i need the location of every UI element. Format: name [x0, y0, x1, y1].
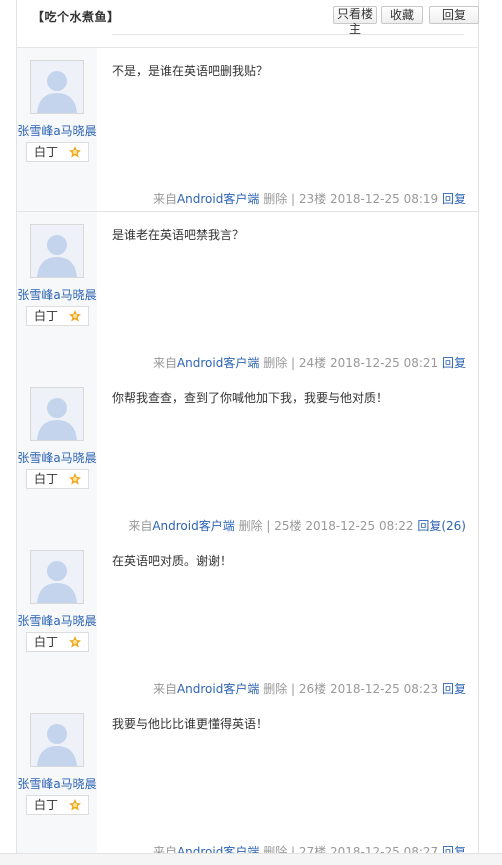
author-name[interactable]: 张雪峰a马晓晨	[17, 612, 97, 629]
level-title: 白丁	[34, 798, 59, 812]
default-avatar-icon	[31, 714, 83, 766]
level-badge-icon	[69, 146, 81, 158]
post-item: 张雪峰a马晓晨 白丁 我要与他比比谁更懂得英语！ 来自Android客户端 删除…	[17, 701, 478, 865]
post-item: 张雪峰a马晓晨 白丁 在英语吧对质。谢谢！ 来自Android客户端 删除 | …	[17, 538, 478, 702]
post-content: 在英语吧对质。谢谢！	[112, 554, 233, 568]
client-link[interactable]: Android客户端	[177, 682, 259, 696]
thread-header: 【吃个水煮鱼】 只看楼主 收藏 回复	[17, 0, 479, 48]
level-badge-icon	[69, 473, 81, 485]
separator: |	[266, 519, 271, 533]
floor-number: 26楼	[298, 682, 327, 696]
author-sidebar: 张雪峰a马晓晨 白丁	[17, 48, 97, 211]
bottom-edge	[0, 853, 502, 865]
client-link[interactable]: Android客户端	[152, 519, 234, 533]
post-time: 2018-12-25 08:23	[330, 682, 439, 696]
level-badge: 白丁	[26, 306, 89, 326]
reply-thread-button[interactable]: 回复	[429, 6, 479, 24]
floor-number: 24楼	[298, 356, 327, 370]
client-link[interactable]: Android客户端	[177, 356, 259, 370]
post-time: 2018-12-25 08:19	[330, 192, 439, 206]
avatar[interactable]	[30, 60, 84, 114]
level-badge: 白丁	[26, 469, 89, 489]
post-item: 张雪峰a马晓晨 白丁 是谁老在英语吧禁我言？ 来自Android客户端 删除 |…	[17, 212, 478, 376]
reply-link[interactable]: 回复	[442, 356, 466, 370]
post-content: 不是，是谁在英语吧删我贴？	[112, 64, 269, 78]
delete-link[interactable]: 删除	[263, 192, 287, 206]
from-label: 来自	[152, 192, 177, 206]
thread-page: 【吃个水煮鱼】 只看楼主 收藏 回复 张雪峰a马晓晨 白丁 不是，是谁在英语吧删…	[0, 0, 502, 865]
floor-number: 25楼	[274, 519, 302, 533]
avatar[interactable]	[30, 550, 84, 604]
client-link[interactable]: Android客户端	[177, 192, 259, 206]
favorite-button[interactable]: 收藏	[381, 6, 423, 24]
reply-link[interactable]: 回复	[442, 192, 466, 206]
post-tail: 来自Android客户端 删除 | 26楼 2018-12-25 08:23 回…	[153, 680, 466, 697]
default-avatar-icon	[31, 551, 83, 603]
author-sidebar: 张雪峰a马晓晨 白丁	[17, 375, 97, 538]
level-title: 白丁	[34, 472, 59, 486]
from-label: 来自	[152, 356, 177, 370]
avatar[interactable]	[30, 713, 84, 767]
default-avatar-icon	[31, 225, 83, 277]
author-name[interactable]: 张雪峰a马晓晨	[17, 286, 97, 303]
avatar[interactable]	[30, 224, 84, 278]
author-sidebar: 张雪峰a马晓晨 白丁	[17, 212, 97, 375]
default-avatar-icon	[31, 61, 83, 113]
separator: |	[291, 192, 296, 206]
level-title: 白丁	[34, 145, 59, 159]
post-content: 我要与他比比谁更懂得英语！	[112, 717, 269, 731]
delete-link[interactable]: 删除	[239, 519, 263, 533]
floor-number: 23楼	[298, 192, 327, 206]
level-title: 白丁	[34, 635, 59, 649]
separator: |	[291, 356, 296, 370]
post-tail: 来自Android客户端 删除 | 24楼 2018-12-25 08:21 回…	[153, 354, 466, 371]
post-content: 是谁老在英语吧禁我言？	[112, 228, 245, 242]
level-badge-icon	[69, 310, 81, 322]
default-avatar-icon	[31, 388, 83, 440]
right-border	[478, 0, 479, 865]
post-tail: 来自Android客户端 删除 | 25楼 2018-12-25 08:22 回…	[128, 517, 466, 534]
reply-link[interactable]: 回复(26)	[417, 519, 466, 533]
post-item: 张雪峰a马晓晨 白丁 你帮我查查，查到了你喊他加下我，我要与他对质！ 来自And…	[17, 375, 478, 539]
post-item: 张雪峰a马晓晨 白丁 不是，是谁在英语吧删我贴？ 来自Android客户端 删除…	[17, 48, 478, 212]
reply-link[interactable]: 回复	[442, 682, 466, 696]
delete-link[interactable]: 删除	[263, 682, 287, 696]
author-sidebar: 张雪峰a马晓晨 白丁	[17, 538, 97, 701]
author-name[interactable]: 张雪峰a马晓晨	[17, 122, 97, 139]
level-badge-icon	[69, 799, 81, 811]
only-op-button[interactable]: 只看楼主	[333, 6, 377, 36]
author-name[interactable]: 张雪峰a马晓晨	[17, 775, 97, 792]
level-badge-icon	[69, 636, 81, 648]
author-name[interactable]: 张雪峰a马晓晨	[17, 449, 97, 466]
separator: |	[291, 682, 296, 696]
level-badge: 白丁	[26, 795, 89, 815]
thread-title: 【吃个水煮鱼】	[32, 10, 120, 24]
header-divider	[112, 34, 464, 35]
author-sidebar: 张雪峰a马晓晨 白丁	[17, 701, 97, 864]
post-content: 你帮我查查，查到了你喊他加下我，我要与他对质！	[112, 391, 389, 405]
delete-link[interactable]: 删除	[263, 356, 287, 370]
from-label: 来自	[152, 682, 177, 696]
post-time: 2018-12-25 08:21	[330, 356, 439, 370]
avatar[interactable]	[30, 387, 84, 441]
level-title: 白丁	[34, 309, 59, 323]
post-time: 2018-12-25 08:22	[305, 519, 414, 533]
level-badge: 白丁	[26, 142, 89, 162]
post-tail: 来自Android客户端 删除 | 23楼 2018-12-25 08:19 回…	[153, 190, 466, 207]
from-label: 来自	[128, 519, 153, 533]
level-badge: 白丁	[26, 632, 89, 652]
